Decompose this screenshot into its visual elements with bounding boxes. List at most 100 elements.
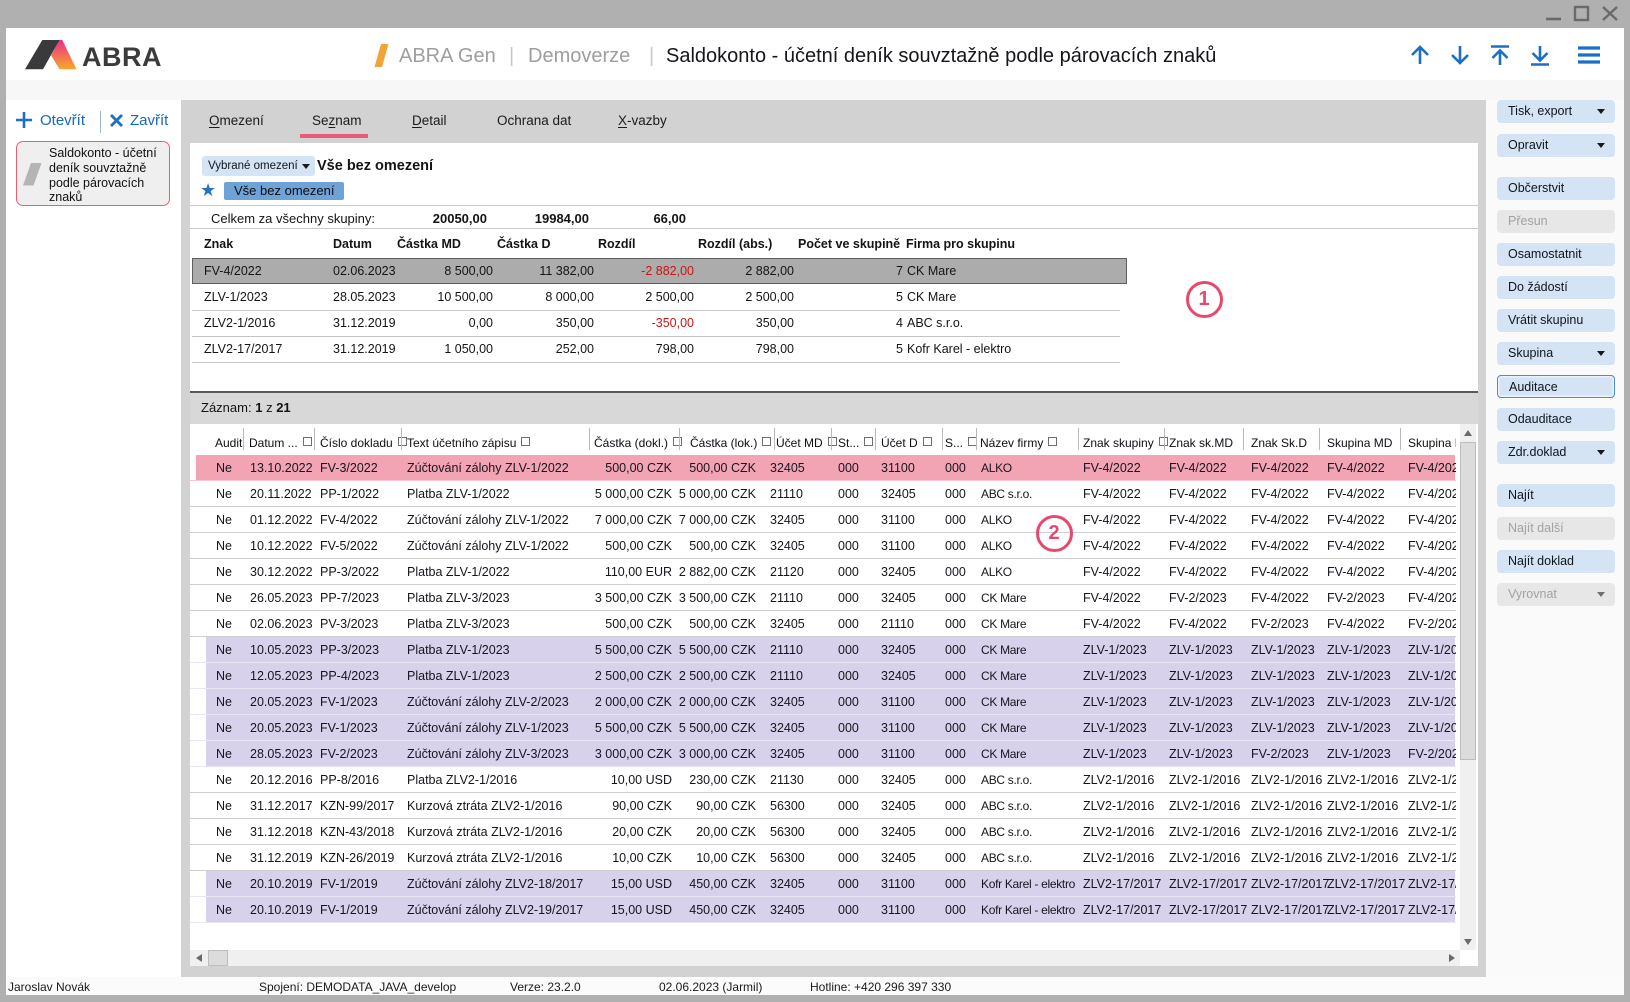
journal-cell-datum: 20.05.2023 xyxy=(250,721,313,735)
tab-ochrana-dat[interactable]: Ochrana dat xyxy=(497,113,571,128)
action-button-opravit[interactable]: Opravit xyxy=(1497,134,1615,157)
journal-row[interactable]: Ne20.12.2016PP-8/2016Platba ZLV2-1/20161… xyxy=(190,767,1456,793)
column-filter-icon[interactable] xyxy=(398,437,407,446)
restriction-chip[interactable]: Vše bez omezení xyxy=(224,182,344,200)
star-icon[interactable]: ★ xyxy=(200,181,216,199)
action-button-najít-doklad[interactable]: Najít doklad xyxy=(1497,550,1615,573)
journal-cell-text: Zúčtování zálohy ZLV-1/2022 xyxy=(407,539,569,553)
close-tab-button-label[interactable]: Zavřít xyxy=(130,112,168,129)
sidebar-item-saldokonto[interactable]: Saldokonto - účetní deník souvztažně pod… xyxy=(16,141,170,206)
journal-row[interactable]: Ne30.12.2022PP-3/2022Platba ZLV-1/202211… xyxy=(190,559,1456,585)
close-button[interactable] xyxy=(1596,0,1626,28)
action-button-občerstvit[interactable]: Občerstvit xyxy=(1497,177,1615,200)
journal-hscrollbar[interactable] xyxy=(190,950,1460,966)
journal-row[interactable]: Ne31.12.2019KZN-26/2019Kurzová ztráta ZL… xyxy=(190,845,1456,871)
journal-row[interactable]: Ne13.10.2022FV-3/2022Zúčtování zálohy ZL… xyxy=(190,455,1456,481)
journal-col-header[interactable]: St... xyxy=(838,436,859,450)
column-filter-icon[interactable] xyxy=(828,437,837,446)
journal-row[interactable]: Ne20.10.2019FV-1/2019Zúčtování zálohy ZL… xyxy=(190,871,1456,897)
arrow-to-top-icon[interactable] xyxy=(1487,42,1513,68)
journal-col-header[interactable]: Znak skupiny xyxy=(1083,436,1154,450)
action-button-osamostatnit[interactable]: Osamostatnit xyxy=(1497,243,1615,266)
journal-col-header[interactable]: Číslo dokladu xyxy=(320,436,393,450)
menu-icon[interactable] xyxy=(1576,42,1602,68)
journal-row[interactable]: Ne10.05.2023PP-3/2023Platba ZLV-1/20235 … xyxy=(190,637,1456,663)
close-tab-button[interactable] xyxy=(109,113,124,128)
journal-col-header[interactable]: Audit xyxy=(215,436,242,450)
journal-row[interactable]: Ne26.05.2023PP-7/2023Platba ZLV-3/20233 … xyxy=(190,585,1456,611)
journal-row[interactable]: Ne31.12.2018KZN-43/2018Kurzová ztráta ZL… xyxy=(190,819,1456,845)
column-filter-icon[interactable] xyxy=(1048,437,1057,446)
groups-col-header[interactable]: Částka D xyxy=(497,237,551,251)
column-filter-icon[interactable] xyxy=(303,437,312,446)
groups-col-header[interactable]: Rozdíl xyxy=(598,237,636,251)
action-button-najít[interactable]: Najít xyxy=(1497,484,1615,507)
journal-col-header[interactable]: Částka (dokl.) xyxy=(594,436,668,450)
journal-col-header[interactable]: Účet MD xyxy=(776,436,823,450)
open-button[interactable] xyxy=(14,110,34,130)
action-button-zdr-doklad[interactable]: Zdr.doklad xyxy=(1497,441,1615,464)
journal-cell-znak_skupiny: ZLV2-17/2017 xyxy=(1083,903,1161,917)
tab-detail[interactable]: Detail xyxy=(412,113,447,128)
arrow-up-icon[interactable] xyxy=(1407,42,1433,68)
column-filter-icon[interactable] xyxy=(762,437,771,446)
journal-col-header[interactable]: Znak sk.MD xyxy=(1169,436,1233,450)
groups-col-header[interactable]: Rozdíl (abs.) xyxy=(698,237,772,251)
column-filter-icon[interactable] xyxy=(673,437,682,446)
journal-col-header[interactable]: Znak Sk.D xyxy=(1251,436,1307,450)
scroll-down-button[interactable] xyxy=(1460,933,1476,950)
maximize-button[interactable] xyxy=(1567,0,1597,28)
journal-row[interactable]: Ne31.12.2017KZN-99/2017Kurzová ztráta ZL… xyxy=(190,793,1456,819)
journal-vscrollbar[interactable] xyxy=(1460,424,1476,950)
journal-row[interactable]: Ne02.06.2023PV-3/2023Platba ZLV-3/202350… xyxy=(190,611,1456,637)
journal-cell-s: 000 xyxy=(945,851,966,865)
column-filter-icon[interactable] xyxy=(864,437,873,446)
tab-x-vazby[interactable]: X-vazby xyxy=(618,113,667,128)
journal-col-header[interactable]: Skupina MD xyxy=(1327,436,1392,450)
status-hotline: Hotline: +420 296 397 330 xyxy=(810,980,951,994)
minimize-button[interactable] xyxy=(1538,0,1568,28)
journal-col-header[interactable]: Částka (lok.) xyxy=(690,436,757,450)
action-button-do-žádostí[interactable]: Do žádostí xyxy=(1497,276,1615,299)
groups-col-header[interactable]: Částka MD xyxy=(397,237,461,251)
journal-col-header[interactable]: S... xyxy=(945,436,963,450)
tab-omezen-[interactable]: Omezení xyxy=(209,113,264,128)
journal-col-header[interactable]: Účet D xyxy=(881,436,918,450)
groups-col-header[interactable]: Datum xyxy=(333,237,372,251)
scroll-up-button[interactable] xyxy=(1460,424,1476,441)
action-button-tisk-export[interactable]: Tisk, export xyxy=(1497,100,1615,123)
column-filter-icon[interactable] xyxy=(521,437,530,446)
arrow-to-bottom-icon[interactable] xyxy=(1527,42,1553,68)
vscrollbar-thumb[interactable] xyxy=(1460,442,1476,760)
tab-seznam[interactable]: Seznam xyxy=(312,113,362,128)
journal-row[interactable]: Ne01.12.2022FV-4/2022Zúčtování zálohy ZL… xyxy=(190,507,1456,533)
journal-row[interactable]: Ne20.05.2023FV-1/2023Zúčtování zálohy ZL… xyxy=(190,715,1456,741)
groups-col-header[interactable]: Znak xyxy=(204,237,233,251)
journal-row[interactable]: Ne10.12.2022FV-5/2022Zúčtování zálohy ZL… xyxy=(190,533,1456,559)
column-filter-icon[interactable] xyxy=(923,437,932,446)
scroll-left-button[interactable] xyxy=(192,950,208,966)
action-button-auditace[interactable]: Auditace xyxy=(1497,375,1615,398)
journal-row[interactable]: Ne20.11.2022PP-1/2022Platba ZLV-1/20225 … xyxy=(190,481,1456,507)
groups-col-header[interactable]: Počet ve skupině xyxy=(798,237,900,251)
journal-row[interactable]: Ne12.05.2023PP-4/2023Platba ZLV-1/20232 … xyxy=(190,663,1456,689)
open-button-label[interactable]: Otevřít xyxy=(40,112,85,129)
journal-col-header[interactable]: Název firmy xyxy=(980,436,1043,450)
journal-cell-firma: CK Mare xyxy=(981,721,1080,735)
journal-col-header[interactable]: Skupina D xyxy=(1408,436,1456,450)
action-button-vrátit-skupinu[interactable]: Vrátit skupinu xyxy=(1497,309,1615,332)
journal-col-header[interactable]: Datum ... xyxy=(249,436,298,450)
action-button-skupina[interactable]: Skupina xyxy=(1497,342,1615,365)
journal-row[interactable]: Ne20.05.2023FV-1/2023Zúčtování zálohy ZL… xyxy=(190,689,1456,715)
scroll-right-button[interactable] xyxy=(1443,950,1459,966)
journal-cell-castka_lok: 3 000,00 CZK xyxy=(646,747,756,761)
arrow-down-icon[interactable] xyxy=(1447,42,1473,68)
groups-col-header[interactable]: Firma pro skupinu xyxy=(906,237,1015,251)
action-button-odauditace[interactable]: Odauditace xyxy=(1497,408,1615,431)
selected-restriction-dropdown[interactable]: Vybrané omezení xyxy=(202,156,315,176)
journal-col-header[interactable]: Text účetního zápisu xyxy=(407,436,516,450)
journal-row[interactable]: Ne28.05.2023FV-2/2023Zúčtování zálohy ZL… xyxy=(190,741,1456,767)
journal-cell-text: Zúčtování zálohy ZLV-1/2022 xyxy=(407,513,569,527)
journal-row[interactable]: Ne20.10.2019FV-1/2019Zúčtování zálohy ZL… xyxy=(190,897,1456,923)
hscrollbar-thumb[interactable] xyxy=(208,950,228,966)
